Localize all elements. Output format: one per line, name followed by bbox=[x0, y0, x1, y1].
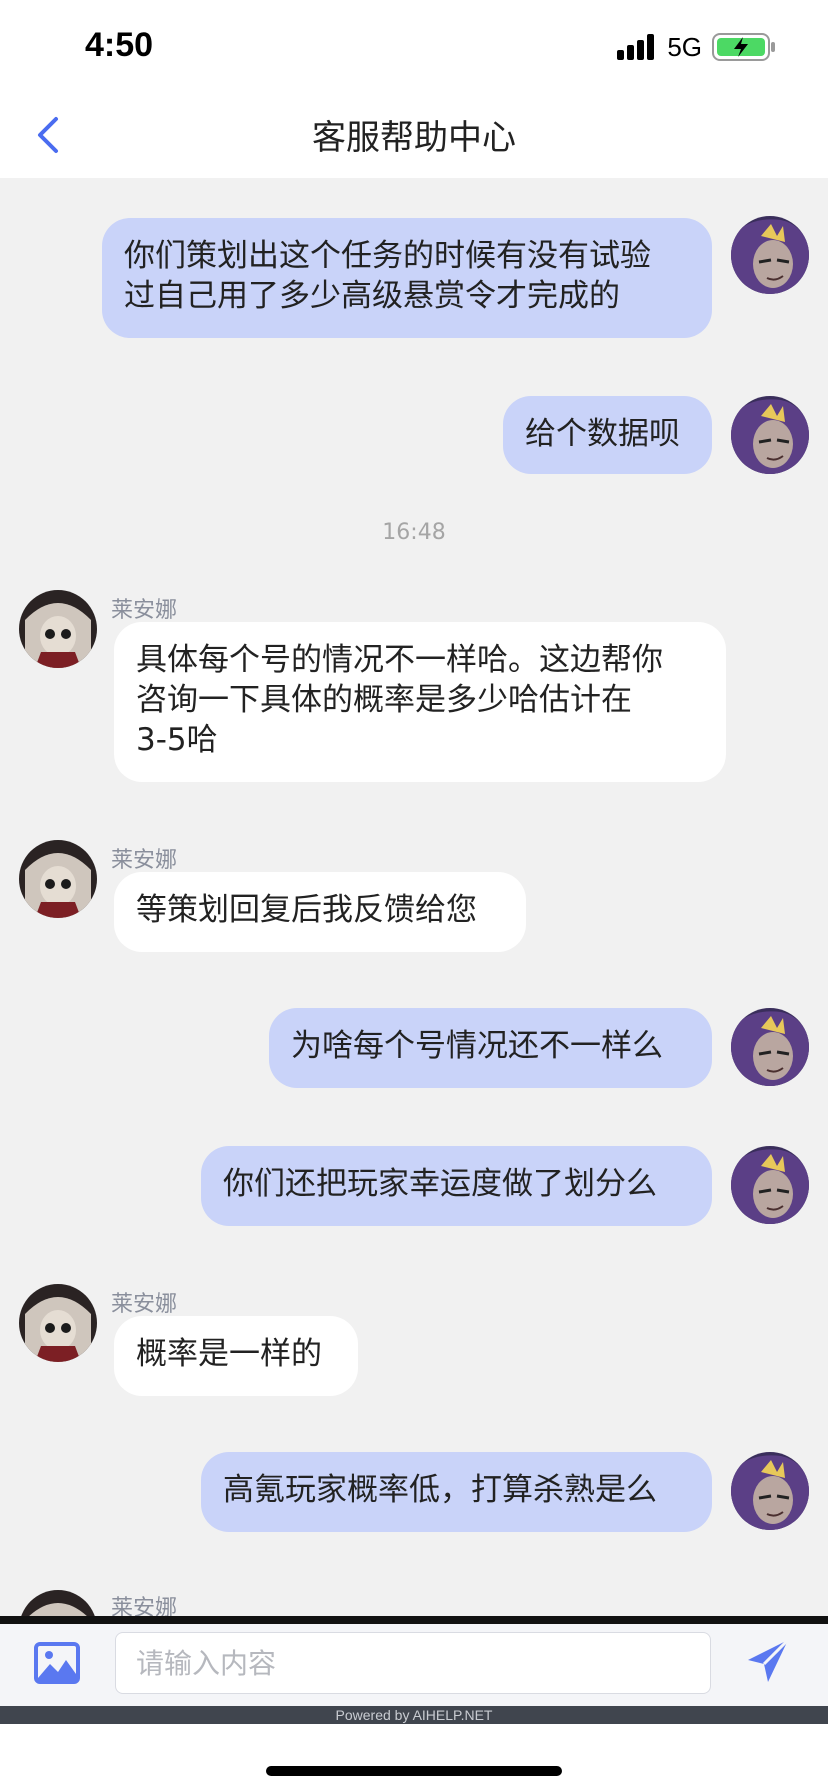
agent-message-bubble[interactable]: 具体每个号的情况不一样哈。这边帮你 咨询一下具体的概率是多少哈估计在 3-5哈 bbox=[114, 622, 726, 782]
image-icon bbox=[34, 1642, 80, 1684]
send-icon bbox=[748, 1638, 790, 1682]
user-avatar-image bbox=[731, 216, 809, 294]
status-indicators: 5G bbox=[617, 32, 776, 62]
user-message-bubble[interactable]: 为啥每个号情况还不一样么 bbox=[269, 1008, 712, 1088]
agent-avatar-image bbox=[19, 1590, 97, 1616]
agent-avatar[interactable] bbox=[19, 590, 97, 668]
message-line: 为啥每个号情况还不一样么 bbox=[291, 1028, 663, 1064]
image-upload-button[interactable] bbox=[34, 1640, 80, 1686]
chat-area[interactable]: 你们策划出这个任务的时候有没有试验 过自己用了多少高级悬赏令才完成的 给个数据呗… bbox=[0, 178, 828, 1616]
user-message-bubble[interactable]: 给个数据呗 bbox=[503, 396, 712, 474]
agent-message-bubble[interactable]: 概率是一样的 bbox=[114, 1316, 358, 1396]
message-line: 高氪玩家概率低，打算杀熟是么 bbox=[223, 1472, 657, 1508]
user-message-bubble[interactable]: 你们还把玩家幸运度做了划分么 bbox=[201, 1146, 712, 1226]
status-time: 4:50 bbox=[85, 26, 154, 64]
sender-name: 莱安娜 bbox=[111, 598, 178, 623]
message-input[interactable] bbox=[115, 1632, 711, 1694]
user-avatar[interactable] bbox=[731, 396, 809, 474]
sender-name: 莱安娜 bbox=[111, 848, 178, 873]
user-avatar[interactable] bbox=[731, 216, 809, 294]
agent-message-bubble[interactable]: 等策划回复后我反馈给您 bbox=[114, 872, 526, 952]
message-line: 3-5哈 bbox=[136, 722, 218, 758]
sender-name: 莱安娜 bbox=[111, 1596, 178, 1616]
sender-name: 莱安娜 bbox=[111, 1292, 178, 1317]
nav-bar: 客服帮助中心 bbox=[0, 92, 828, 178]
user-avatar[interactable] bbox=[731, 1008, 809, 1086]
input-bar bbox=[0, 1616, 828, 1706]
home-area bbox=[0, 1724, 828, 1792]
user-avatar-image bbox=[731, 1008, 809, 1086]
page-title: 客服帮助中心 bbox=[312, 118, 516, 158]
user-message-bubble[interactable]: 高氪玩家概率低，打算杀熟是么 bbox=[201, 1452, 712, 1532]
signal-icon bbox=[617, 34, 655, 60]
status-bar: 4:50 5G bbox=[0, 0, 828, 92]
user-message-bubble[interactable]: 你们策划出这个任务的时候有没有试验 过自己用了多少高级悬赏令才完成的 bbox=[102, 218, 712, 338]
home-indicator[interactable] bbox=[266, 1766, 562, 1776]
message-line: 等策划回复后我反馈给您 bbox=[136, 892, 477, 928]
message-line: 你们还把玩家幸运度做了划分么 bbox=[223, 1166, 657, 1202]
user-avatar[interactable] bbox=[731, 1146, 809, 1224]
agent-avatar[interactable] bbox=[19, 1590, 97, 1616]
agent-avatar[interactable] bbox=[19, 1284, 97, 1362]
user-avatar-image bbox=[731, 396, 809, 474]
message-line: 你们策划出这个任务的时候有没有试验 bbox=[124, 238, 651, 274]
user-avatar[interactable] bbox=[731, 1452, 809, 1530]
message-line: 概率是一样的 bbox=[136, 1336, 322, 1372]
network-label: 5G bbox=[667, 31, 702, 62]
message-line: 具体每个号的情况不一样哈。这边帮你 bbox=[136, 642, 663, 678]
message-line: 过自己用了多少高级悬赏令才完成的 bbox=[124, 278, 620, 314]
agent-avatar-image bbox=[19, 1284, 97, 1362]
user-avatar-image bbox=[731, 1146, 809, 1224]
agent-avatar-image bbox=[19, 840, 97, 918]
message-line: 咨询一下具体的概率是多少哈估计在 bbox=[136, 682, 632, 718]
user-avatar-image bbox=[731, 1452, 809, 1530]
powered-by-footer: Powered by AIHELP.NET bbox=[0, 1706, 828, 1724]
battery-icon bbox=[712, 33, 775, 61]
message-line: 给个数据呗 bbox=[525, 416, 680, 452]
agent-avatar[interactable] bbox=[19, 840, 97, 918]
message-timestamp: 16:48 bbox=[382, 520, 446, 545]
send-button[interactable] bbox=[744, 1636, 792, 1686]
agent-avatar-image bbox=[19, 590, 97, 668]
